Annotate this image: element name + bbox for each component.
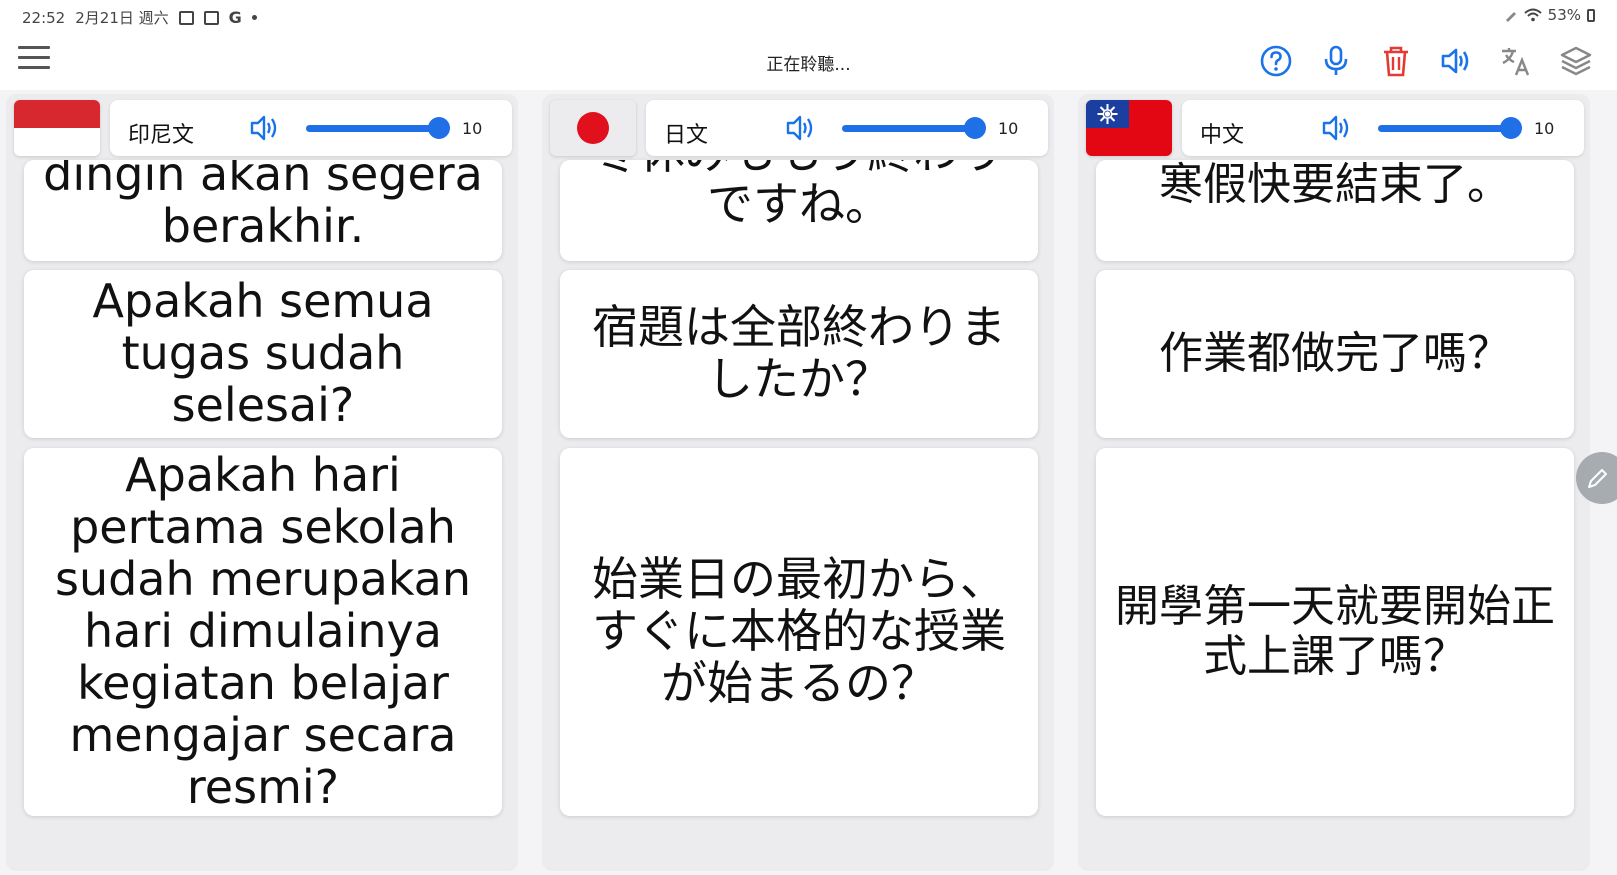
google-notification-icon: G: [228, 8, 242, 27]
transcript-card[interactable]: Apakah hari pertama sekolah sudah merupa…: [24, 448, 502, 816]
menu-button[interactable]: [18, 46, 50, 76]
card-text: 始業日の最初から、すぐに本格的な授業が始まるの？: [592, 552, 1006, 710]
white-sun-icon: [1097, 104, 1118, 124]
more-notifications-dot: [251, 15, 257, 20]
battery-icon: [1587, 8, 1595, 22]
transcript-card[interactable]: 寒假快要結束了。: [1096, 160, 1574, 261]
speaker-button[interactable]: [1435, 40, 1477, 82]
translate-icon: [1502, 48, 1530, 76]
language-bar: 印尼文 10: [110, 100, 512, 156]
transcript-card[interactable]: 宿題は全部終わりましたか？: [560, 270, 1038, 438]
menu-icon: [18, 46, 50, 49]
language-label: 中文: [1200, 123, 1245, 148]
taiwan-flag-icon[interactable]: [1086, 100, 1172, 156]
trash-icon: [1384, 46, 1408, 77]
transcript-card[interactable]: dingin akan segera berakhir.: [24, 160, 502, 261]
card-text: Apakah semua tugas sudah selesai?: [92, 274, 434, 432]
column-header: 中文 10: [1078, 94, 1590, 160]
volume-slider[interactable]: [1378, 117, 1522, 139]
japan-flag-icon[interactable]: [550, 100, 636, 156]
slider-thumb[interactable]: [428, 117, 450, 139]
card-text: 作業都做完了嗎？: [1159, 328, 1511, 380]
wifi-icon: [1523, 8, 1542, 22]
gallery-notification-icon: [178, 10, 194, 25]
card-text: 寒假快要結束了。: [1159, 160, 1511, 210]
date: 2月21日 週六: [75, 9, 169, 27]
delete-button[interactable]: [1375, 40, 1417, 82]
column-indonesian: 印尼文 10 dingin akan segera berakhir. Apak…: [6, 94, 518, 871]
microphone-icon: [1324, 45, 1348, 75]
column-header: 日文 10: [542, 94, 1054, 160]
card-text: dingin akan segera berakhir.: [43, 160, 483, 254]
language-label: 日文: [664, 123, 709, 148]
volume-slider[interactable]: [306, 117, 450, 139]
language-bar: 中文 10: [1182, 100, 1584, 156]
column-japanese: 日文 10 冬休みももう終わりですね。 宿題は全部終わりましたか？ 始業日の最初…: [542, 94, 1054, 871]
column-chinese: 中文 10 寒假快要結束了。 作業都做完了嗎？ 開學第一天就要開始正式上課了嗎？: [1078, 94, 1590, 871]
microphone-button[interactable]: [1315, 40, 1357, 82]
speaker-icon[interactable]: [248, 112, 282, 144]
pen-status-icon: [1505, 12, 1516, 22]
volume-value: 10: [1534, 119, 1555, 138]
card-text: 冬休みももう終わりですね。: [593, 160, 1006, 232]
language-bar: 日文 10: [646, 100, 1048, 156]
volume-value: 10: [998, 119, 1019, 138]
volume-value: 10: [462, 119, 483, 138]
column-header: 印尼文 10: [6, 94, 518, 160]
layers-icon: [1560, 46, 1592, 76]
speaker-icon: [1441, 48, 1469, 74]
transcript-card[interactable]: 始業日の最初から、すぐに本格的な授業が始まるの？: [560, 448, 1038, 816]
card-text: 宿題は全部終わりましたか？: [592, 300, 1006, 406]
slider-thumb[interactable]: [1500, 117, 1522, 139]
language-label: 印尼文: [128, 123, 195, 148]
speaker-icon[interactable]: [784, 112, 818, 144]
card-text: 開學第一天就要開始正式上課了嗎？: [1115, 581, 1555, 682]
slider-thumb[interactable]: [964, 117, 986, 139]
app-toolbar: 正在聆聽...: [0, 32, 1617, 90]
speaker-icon[interactable]: [1320, 112, 1354, 144]
indonesia-flag-icon[interactable]: [14, 100, 100, 156]
transcript-card[interactable]: 作業都做完了嗎？: [1096, 270, 1574, 438]
transcript-card[interactable]: Apakah semua tugas sudah selesai?: [24, 270, 502, 438]
translate-button[interactable]: [1495, 40, 1537, 82]
help-button[interactable]: [1255, 40, 1297, 82]
transcript-card[interactable]: 開學第一天就要開始正式上課了嗎？: [1096, 448, 1574, 816]
save-notification-icon: [203, 10, 219, 25]
volume-slider[interactable]: [842, 117, 986, 139]
pencil-icon: [1588, 469, 1607, 488]
help-icon: [1260, 45, 1292, 77]
battery-percent: 53%: [1547, 6, 1581, 24]
transcript-card[interactable]: 冬休みももう終わりですね。: [560, 160, 1038, 261]
status-bar: 22:52 2月21日 週六 G 53%: [0, 0, 1617, 32]
layers-button[interactable]: [1555, 40, 1597, 82]
clock: 22:52: [22, 8, 66, 27]
card-text: Apakah hari pertama sekolah sudah merupa…: [54, 448, 472, 814]
